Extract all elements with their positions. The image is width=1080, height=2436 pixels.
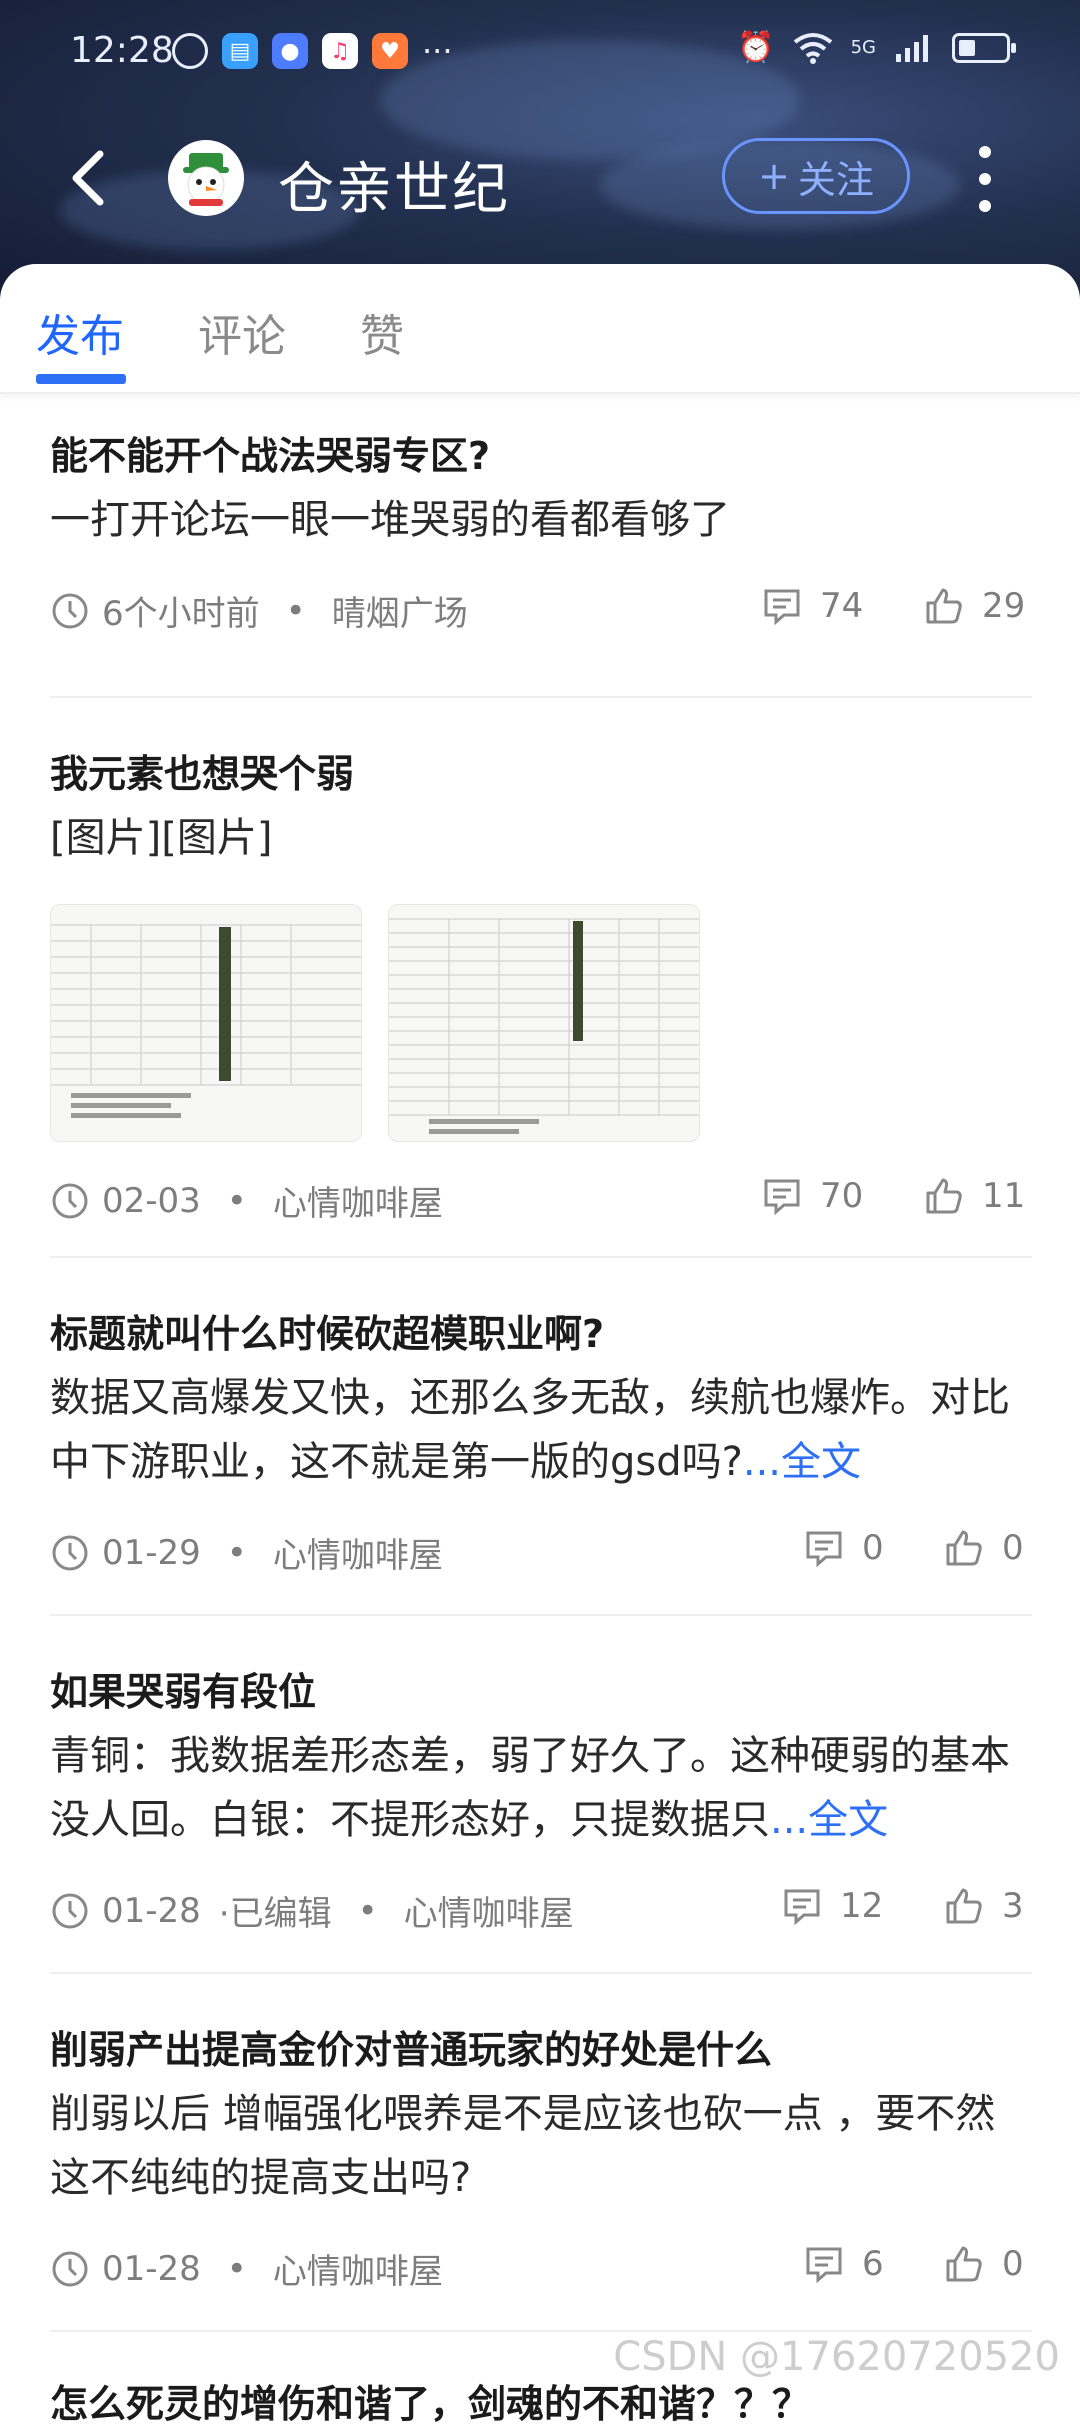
post-item[interactable]: 标题就叫什么时候砍超模职业啊? 数据又高爆发又快，还那么多无敌，续航也爆炸。对比… — [50, 1258, 1032, 1616]
comment-count[interactable]: 74 — [762, 586, 863, 626]
post-board[interactable]: 心情咖啡屋 — [273, 1176, 443, 1225]
status-time: 12:28 — [70, 30, 174, 71]
battery-icon — [952, 32, 1016, 63]
read-more-link[interactable]: ...全文 — [770, 1797, 888, 1843]
table-screenshot-image — [389, 905, 699, 1141]
post-image[interactable] — [388, 904, 700, 1142]
post-title[interactable]: 如果哭弱有段位 — [50, 1616, 1032, 1724]
comment-icon — [764, 1179, 800, 1216]
active-tab-indicator — [36, 374, 126, 384]
post-time: 02-03 — [102, 1180, 201, 1221]
post-body[interactable]: 青铜：我数据差形态差，弱了好久了。这种硬弱的基本没人回。白银：不提形态好，只提数… — [50, 1724, 1032, 1852]
like-count[interactable]: 11 — [924, 1176, 1025, 1216]
post-item[interactable]: 削弱产出提高金价对普通玩家的好处是什么 削弱以后 增幅强化喂养是不是应该也砍一点… — [50, 1974, 1032, 2332]
like-count[interactable]: 3 — [944, 1886, 1024, 1926]
follow-button[interactable]: + 关注 — [722, 138, 910, 214]
post-item[interactable]: 能不能开个战法哭弱专区? 一打开论坛一眼一堆哭弱的看都看够了 6个小时前 • 晴… — [50, 414, 1032, 698]
post-body[interactable]: 一打开论坛一眼一堆哭弱的看都看够了 — [50, 488, 1032, 552]
follow-label: 关注 — [797, 157, 874, 202]
post-item[interactable]: 如果哭弱有段位 青铜：我数据差形态差，弱了好久了。这种硬弱的基本没人回。白银：不… — [50, 1616, 1032, 1974]
post-board[interactable]: 心情咖啡屋 — [404, 1886, 574, 1935]
post-item[interactable]: 我元素也想哭个弱 [图片][图片] 02-03 • 心情咖啡屋 70 11 — [50, 698, 1032, 1258]
post-board[interactable]: 心情咖啡屋 — [273, 1528, 443, 1577]
user-avatar[interactable] — [168, 140, 244, 216]
edited-label: ·已编辑 — [218, 1894, 332, 1934]
comment-icon — [764, 589, 800, 626]
post-images — [50, 904, 1032, 1142]
post-title[interactable]: 我元素也想哭个弱 — [50, 698, 1032, 806]
post-board[interactable]: 心情咖啡屋 — [273, 2244, 443, 2293]
tab-likes[interactable]: 赞 — [360, 300, 404, 364]
back-arrow-icon[interactable] — [60, 148, 120, 208]
clock-icon — [52, 1893, 88, 1928]
tab-posts[interactable]: 发布 — [36, 300, 124, 364]
post-body[interactable]: 数据又高爆发又快，还那么多无敌，续航也爆炸。对比中下游职业，这不就是第一版的gs… — [50, 1366, 1032, 1494]
post-board[interactable]: 晴烟广场 — [332, 586, 468, 635]
clock-icon — [52, 1535, 88, 1570]
post-feed: 能不能开个战法哭弱专区? 一打开论坛一眼一堆哭弱的看都看够了 6个小时前 • 晴… — [50, 414, 1032, 2436]
thumbs-up-icon — [946, 1530, 982, 1566]
snowman-avatar-icon — [183, 153, 229, 206]
wifi-icon — [793, 32, 832, 64]
comment-count[interactable]: 12 — [782, 1886, 883, 1926]
clock-icon — [52, 1183, 88, 1218]
more-options-icon[interactable] — [970, 146, 1000, 212]
like-count[interactable]: 0 — [944, 1528, 1024, 1568]
top-navigation: 仓亲世纪 + 关注 — [0, 120, 1080, 240]
post-title[interactable]: 削弱产出提高金价对普通玩家的好处是什么 — [50, 1974, 1032, 2082]
comment-icon — [806, 1531, 842, 1568]
read-more-link[interactable]: ...全文 — [743, 1439, 861, 1485]
clock-icon — [52, 2251, 88, 2286]
comment-icon — [784, 1889, 820, 1926]
post-title[interactable]: 标题就叫什么时候砍超模职业啊? — [50, 1258, 1032, 1366]
shield-app-icon: ♥ — [372, 33, 408, 69]
post-time: 01-28 — [102, 2248, 201, 2289]
like-count[interactable]: 29 — [924, 586, 1025, 626]
tab-bar: 发布 评论 赞 — [0, 264, 1080, 394]
table-screenshot-image — [51, 905, 361, 1141]
thumbs-up-icon — [926, 1178, 962, 1214]
system-icons: ⏰ 5G — [737, 30, 1016, 65]
comment-count[interactable]: 0 — [804, 1528, 884, 1568]
post-meta: 01-29 • 心情咖啡屋 0 0 — [50, 1494, 1032, 1614]
page-title: 仓亲世纪 — [278, 157, 510, 222]
post-meta: 01-28 ·已编辑 • 心情咖啡屋 12 3 — [50, 1852, 1032, 1972]
thumbs-up-icon — [946, 1888, 982, 1924]
post-meta: 01-28 • 心情咖啡屋 6 0 — [50, 2210, 1032, 2330]
post-time: 01-29 — [102, 1532, 201, 1573]
comment-count[interactable]: 6 — [804, 2244, 884, 2284]
content-card: 发布 评论 赞 能不能开个战法哭弱专区? 一打开论坛一眼一堆哭弱的看都看够了 6… — [0, 264, 1080, 2426]
tab-comments[interactable]: 评论 — [198, 300, 286, 364]
thumbs-up-icon — [926, 588, 962, 624]
like-count[interactable]: 0 — [944, 2244, 1024, 2284]
browser-app-icon: ● — [272, 33, 308, 69]
clock-icon — [52, 593, 88, 628]
post-meta: 02-03 • 心情咖啡屋 70 11 — [50, 1142, 1032, 1262]
post-time: 01-28 — [102, 1890, 201, 1931]
comment-count[interactable]: 70 — [762, 1176, 863, 1216]
watermark: CSDN @17620720520 — [613, 2334, 1060, 2380]
music-app-icon: ♫ — [322, 33, 358, 69]
notification-app-icon — [172, 33, 208, 69]
thumbs-up-icon — [946, 2246, 982, 2282]
status-bar: 12:28 ▤ ● ♫ ♥ ··· ⏰ 5G — [0, 0, 1080, 100]
notification-icons: ▤ ● ♫ ♥ ··· — [172, 32, 453, 70]
post-meta: 6个小时前 • 晴烟广场 74 29 — [50, 552, 1032, 672]
network-type: 5G — [850, 37, 876, 58]
comment-icon — [806, 2247, 842, 2284]
alarm-icon: ⏰ — [737, 30, 775, 65]
post-image[interactable] — [50, 904, 362, 1142]
more-notifications-icon: ··· — [422, 32, 453, 70]
post-time: 6个小时前 — [102, 594, 260, 634]
signal-icon — [896, 34, 928, 62]
follow-plus-icon: + — [758, 154, 790, 198]
post-title[interactable]: 能不能开个战法哭弱专区? — [50, 414, 1032, 488]
post-body[interactable]: 削弱以后 增幅强化喂养是不是应该也砍一点 ，要不然这不纯纯的提高支出吗? — [50, 2082, 1032, 2210]
book-app-icon: ▤ — [222, 33, 258, 69]
post-body[interactable]: [图片][图片] — [50, 806, 1032, 870]
